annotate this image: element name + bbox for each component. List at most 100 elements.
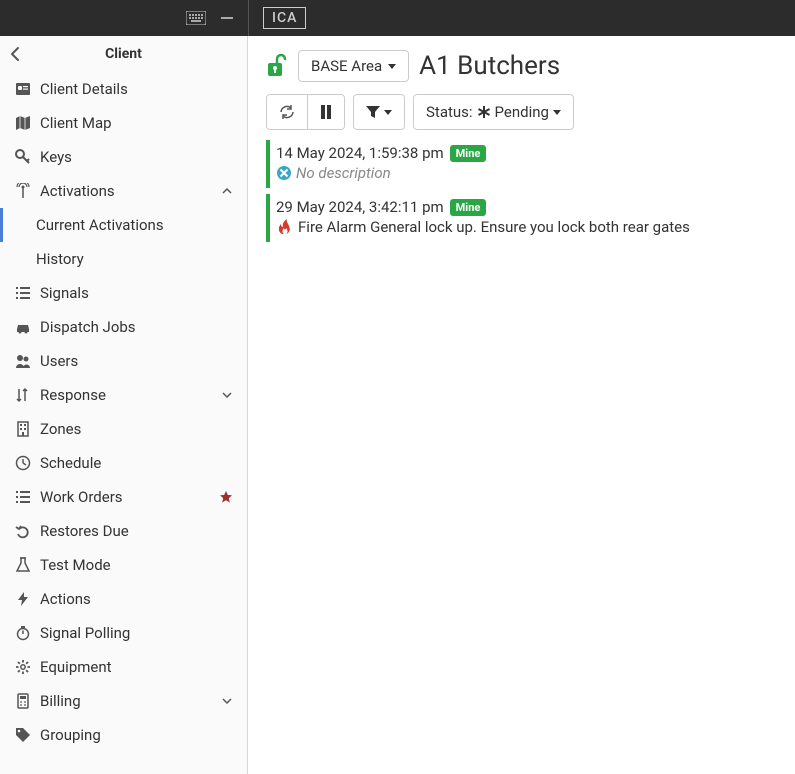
sidebar-item-current-activations[interactable]: Current Activations xyxy=(0,208,247,242)
bolt-icon xyxy=(14,591,32,607)
mine-badge: Mine xyxy=(450,199,487,216)
status-filter-prefix: Status: xyxy=(426,103,473,121)
sidebar-item-restores-due[interactable]: Restores Due xyxy=(0,514,247,548)
refresh-pause-group xyxy=(266,94,345,130)
entries-list: 14 May 2024, 1:59:38 pm Mine No descriptio… xyxy=(266,140,777,242)
none-icon xyxy=(276,165,292,181)
car-icon xyxy=(14,319,32,335)
area-dropdown-label: BASE Area xyxy=(311,57,382,75)
list-icon xyxy=(14,285,32,301)
status-filter-dropdown[interactable]: Status: Pending xyxy=(413,94,574,130)
keyboard-icon[interactable] xyxy=(186,11,206,25)
entry-timestamp: 14 May 2024, 1:59:38 pm xyxy=(276,144,444,162)
sidebar-title: Client xyxy=(12,46,235,62)
sidebar-item-label: History xyxy=(36,250,84,268)
fire-icon xyxy=(276,218,294,236)
sidebar-item-label: Schedule xyxy=(40,454,101,472)
entry-description: Fire Alarm General lock up. Ensure you l… xyxy=(298,218,690,236)
list-icon xyxy=(14,489,32,505)
sidebar-item-billing[interactable]: Billing xyxy=(0,684,247,718)
sidebar-item-work-orders[interactable]: Work Orders xyxy=(0,480,247,514)
activation-entry[interactable]: 29 May 2024, 3:42:11 pm Mine Fire Alarm Ge… xyxy=(266,194,777,242)
sidebar-item-label: Activations xyxy=(40,182,115,200)
sidebar-item-label: Signal Polling xyxy=(40,624,130,642)
sidebar-item-label: Keys xyxy=(40,148,72,166)
sidebar-item-grouping[interactable]: Grouping xyxy=(0,718,247,752)
map-icon xyxy=(14,115,32,131)
entry-description: No description xyxy=(296,164,391,182)
sidebar: Client Client Details Client Map Keys Activ… xyxy=(0,36,248,774)
sidebar-item-label: Work Orders xyxy=(40,488,123,506)
sidebar-item-label: Users xyxy=(40,352,78,370)
sidebar-item-label: Client Map xyxy=(40,114,112,132)
sidebar-item-label: Current Activations xyxy=(36,216,164,234)
pause-button[interactable] xyxy=(307,95,344,129)
sidebar-item-signals[interactable]: Signals xyxy=(0,276,247,310)
sidebar-item-equipment[interactable]: Equipment xyxy=(0,650,247,684)
star-icon xyxy=(219,490,233,504)
sidebar-item-label: Billing xyxy=(40,692,81,710)
entry-body: No description xyxy=(276,164,771,182)
calculator-icon xyxy=(14,693,32,709)
undo-icon xyxy=(14,523,32,539)
filter-button[interactable] xyxy=(353,94,405,130)
sidebar-item-schedule[interactable]: Schedule xyxy=(0,446,247,480)
chevron-down-icon xyxy=(221,389,233,401)
back-icon[interactable] xyxy=(10,46,20,62)
entry-header: 29 May 2024, 3:42:11 pm Mine xyxy=(276,198,771,216)
gear-icon xyxy=(14,659,32,675)
sidebar-item-label: Response xyxy=(40,386,106,404)
id-card-icon xyxy=(14,81,32,97)
tag-icon xyxy=(14,727,32,743)
entry-body: Fire Alarm General lock up. Ensure you l… xyxy=(276,218,771,236)
caret-down-icon xyxy=(388,64,396,69)
sidebar-item-label: Zones xyxy=(40,420,81,438)
sidebar-item-label: Dispatch Jobs xyxy=(40,318,136,336)
client-title: A1 Butchers xyxy=(419,51,560,81)
sidebar-item-actions[interactable]: Actions xyxy=(0,582,247,616)
users-icon xyxy=(14,353,32,369)
sidebar-item-activations[interactable]: Activations xyxy=(0,174,247,208)
sidebar-item-label: Grouping xyxy=(40,726,101,744)
sidebar-item-dispatch-jobs[interactable]: Dispatch Jobs xyxy=(0,310,247,344)
chevron-up-icon xyxy=(221,185,233,197)
entry-timestamp: 29 May 2024, 3:42:11 pm xyxy=(276,198,444,216)
sidebar-item-test-mode[interactable]: Test Mode xyxy=(0,548,247,582)
status-filter-value: Pending xyxy=(495,103,549,121)
toolbar: Status: Pending xyxy=(266,94,777,130)
sidebar-item-client-map[interactable]: Client Map xyxy=(0,106,247,140)
topbar: ICA xyxy=(0,0,795,36)
sidebar-item-response[interactable]: Response xyxy=(0,378,247,412)
asterisk-icon xyxy=(477,105,491,119)
sort-icon xyxy=(14,387,32,403)
sidebar-item-keys[interactable]: Keys xyxy=(0,140,247,174)
area-dropdown[interactable]: BASE Area xyxy=(298,50,409,82)
entry-header: 14 May 2024, 1:59:38 pm Mine xyxy=(276,144,771,162)
chevron-down-icon xyxy=(221,695,233,707)
sidebar-item-users[interactable]: Users xyxy=(0,344,247,378)
sidebar-header: Client xyxy=(0,36,247,72)
caret-down-icon xyxy=(553,110,561,115)
sidebar-item-label: Actions xyxy=(40,590,91,608)
activation-entry[interactable]: 14 May 2024, 1:59:38 pm Mine No descriptio… xyxy=(266,140,777,188)
sidebar-item-label: Client Details xyxy=(40,80,128,98)
sidebar-item-zones[interactable]: Zones xyxy=(0,412,247,446)
sidebar-item-client-details[interactable]: Client Details xyxy=(0,72,247,106)
main-header: BASE Area A1 Butchers xyxy=(266,50,777,82)
mine-badge: Mine xyxy=(450,145,487,162)
building-icon xyxy=(14,421,32,437)
clock-icon xyxy=(14,455,32,471)
flask-icon xyxy=(14,557,32,573)
sidebar-item-label: Equipment xyxy=(40,658,112,676)
caret-down-icon xyxy=(384,110,392,115)
sidebar-item-label: Test Mode xyxy=(40,556,111,574)
logo: ICA xyxy=(263,7,306,29)
refresh-button[interactable] xyxy=(267,95,307,129)
sidebar-item-label: Restores Due xyxy=(40,522,129,540)
main-content: BASE Area A1 Butchers xyxy=(248,36,795,774)
sidebar-item-history[interactable]: History xyxy=(0,242,247,276)
sidebar-item-signal-polling[interactable]: Signal Polling xyxy=(0,616,247,650)
stopwatch-icon xyxy=(14,625,32,641)
signal-tower-icon xyxy=(14,183,32,199)
minimize-icon[interactable] xyxy=(220,11,234,25)
